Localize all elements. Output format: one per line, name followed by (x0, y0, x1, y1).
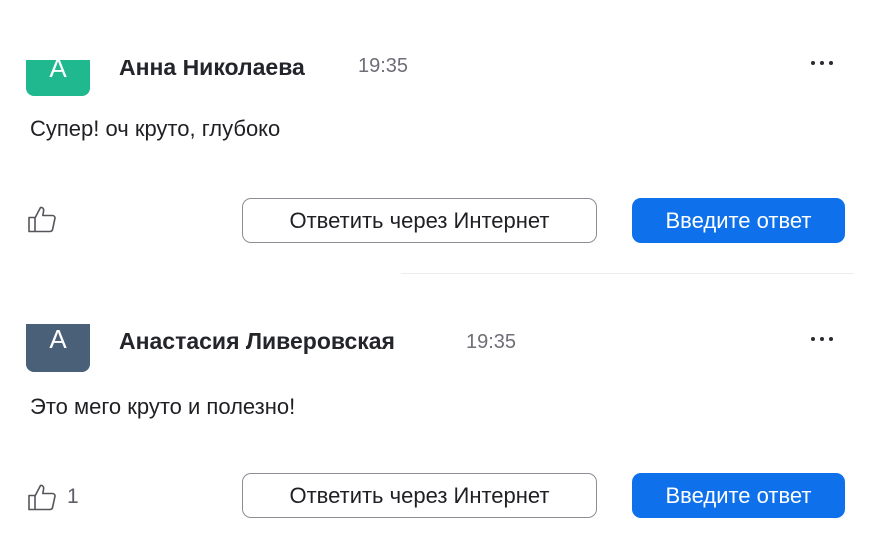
author-name: Анна Николаева (119, 60, 305, 80)
avatar-letter: A (49, 324, 67, 354)
message-time: 19:35 (466, 331, 517, 353)
like-count: 1 (67, 485, 79, 508)
author-name-container: Анна Николаева (0, 60, 882, 80)
author-name: Анастасия Ливеровская (119, 328, 395, 354)
enter-reply-button[interactable]: Введите ответ (632, 473, 845, 518)
thumbs-up-icon (28, 484, 56, 511)
message-text: Это мего круто и полезно! (30, 394, 296, 419)
message-text: Супер! оч круто, глубоко (30, 116, 281, 141)
message-time: 19:35 (358, 55, 409, 77)
like-button[interactable]: 1 (27, 482, 79, 512)
thumbs-up-icon (28, 206, 56, 233)
like-button[interactable] (27, 204, 67, 234)
message-item: A Анна Николаева 19:35 Супер! оч круто, … (0, 0, 882, 272)
reply-via-internet-button[interactable]: Ответить через Интернет (242, 473, 597, 518)
message-divider (401, 273, 854, 274)
enter-reply-button[interactable]: Введите ответ (632, 198, 845, 243)
message-item: A Анастасия Ливеровская 19:35 Это мего к… (0, 276, 882, 540)
reply-via-internet-button[interactable]: Ответить через Интернет (242, 198, 597, 243)
more-options-icon[interactable] (808, 335, 836, 345)
avatar: A (26, 324, 90, 372)
more-options-icon[interactable] (808, 59, 836, 69)
